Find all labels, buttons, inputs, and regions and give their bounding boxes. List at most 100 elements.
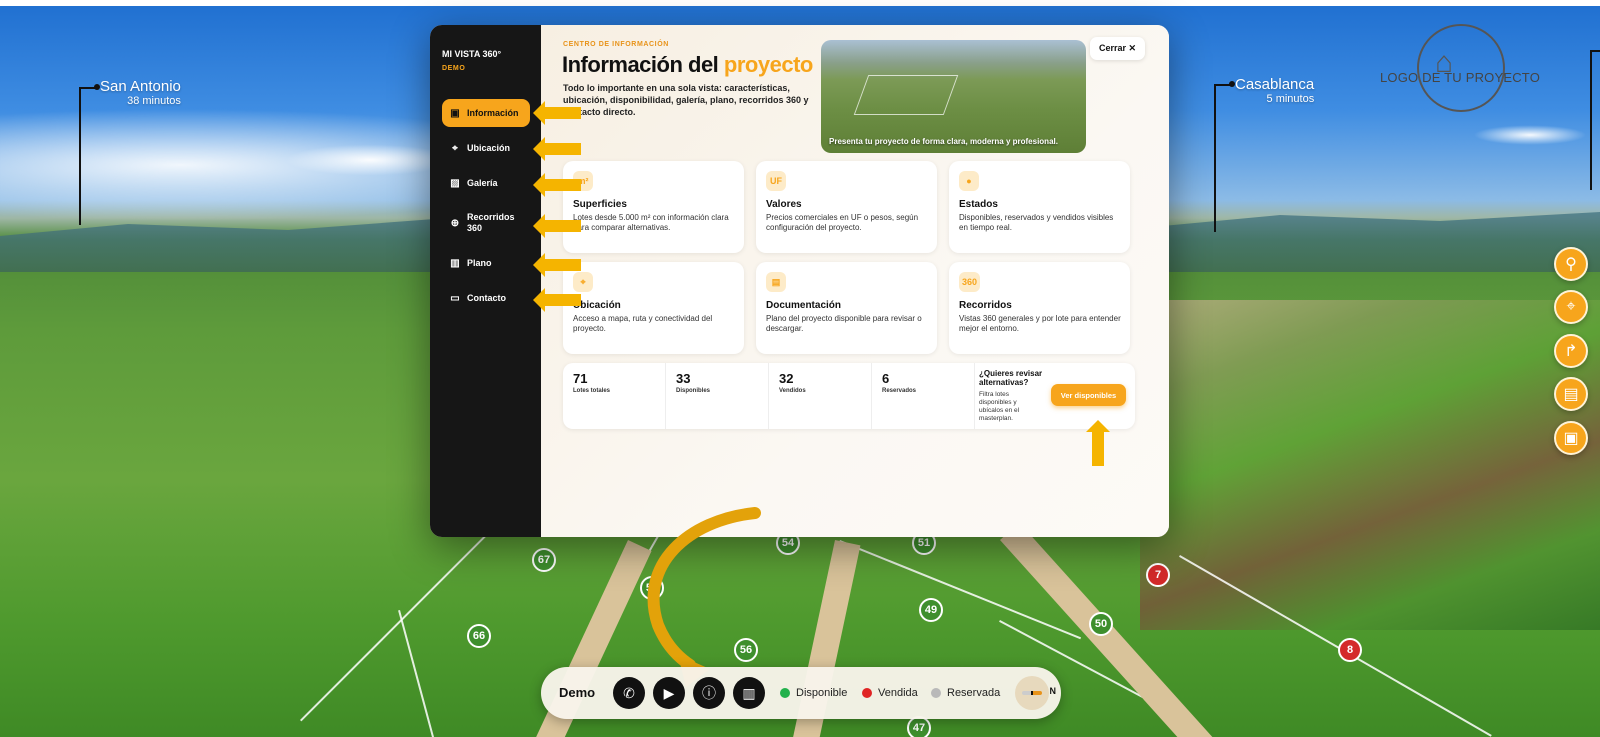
call-button[interactable]: ✆ — [613, 677, 645, 709]
annotation-arrow-up — [1086, 420, 1110, 466]
image-icon: ▣ — [1563, 430, 1579, 447]
compass-north-label: N — [1049, 686, 1057, 696]
title-highlight: proyecto — [723, 52, 813, 77]
bottom-control-bar: Demo ✆ ▶ ⓘ ▥ Disponible Vendida Reservad… — [541, 667, 1061, 719]
info-button[interactable]: ⓘ — [693, 677, 725, 709]
lot-number: 66 — [472, 630, 486, 642]
card-description: Disponibles, reservados y vendidos visib… — [959, 213, 1114, 232]
lot-marker[interactable]: 66 — [467, 624, 491, 648]
card-description: Precios comerciales en UF o pesos, según… — [766, 213, 919, 232]
nav-label: Contacto — [467, 293, 506, 303]
nav-ubicacion[interactable]: ⌖ Ubicación — [442, 134, 530, 162]
gallery-button[interactable]: ▣ — [1554, 421, 1588, 455]
card-badge: ▤ — [766, 272, 786, 292]
modal-sidebar: MI VISTA 360° DEMO ▣ Información ⌖ Ubica… — [430, 25, 541, 537]
close-button[interactable]: Cerrar ✕ — [1090, 37, 1145, 60]
intro-text: Todo lo importante en una sola vista: ca… — [563, 83, 809, 117]
card-description: Acceso a mapa, ruta y conectividad del p… — [573, 314, 713, 333]
brand-subtitle: DEMO — [442, 65, 466, 72]
cta-question: ¿Quieres revisar alternativas? — [979, 369, 1043, 387]
nav-plano[interactable]: ▥ Plano — [442, 249, 530, 277]
search-button[interactable]: ⚲ — [1554, 247, 1588, 281]
lot-marker[interactable]: 47 — [907, 716, 931, 737]
legend-label: Reservada — [947, 687, 1001, 699]
legend-dot — [780, 688, 790, 698]
lot-number: 8 — [1346, 644, 1354, 656]
map-icon: ▥ — [450, 257, 460, 269]
stat-value: 71 — [573, 371, 588, 386]
stat-total: 71 Lotes totales — [563, 363, 666, 429]
destination-pole — [1590, 50, 1592, 190]
lot-number: 51 — [917, 537, 931, 549]
legend-dot — [862, 688, 872, 698]
annotation-arrow — [533, 214, 581, 238]
nav-recorridos-360[interactable]: ⊕ Recorridos 360 — [442, 209, 530, 237]
destination-name: San Antonio — [100, 78, 181, 95]
annotation-arrow — [533, 173, 581, 197]
feature-card: ▤ Documentación Plano del proyecto dispo… — [756, 262, 937, 354]
route-icon: ↱ — [1564, 343, 1578, 360]
card-title: Estados — [959, 199, 998, 210]
lot-number: 54 — [781, 537, 795, 549]
legend-disponible: Disponible — [780, 687, 847, 699]
nav-label: Plano — [467, 258, 492, 268]
route-button[interactable]: ↱ — [1554, 334, 1588, 368]
card-title: Superficies — [573, 199, 627, 210]
card-description: Lotes desde 5.000 m² con información cla… — [573, 213, 729, 232]
section-eyebrow: CENTRO DE INFORMACIÓN — [563, 41, 669, 48]
lot-marker[interactable]: 50 — [1089, 612, 1113, 636]
destination-pole — [1590, 50, 1600, 52]
lot-marker[interactable]: 8 — [1338, 638, 1362, 662]
project-name: Demo — [559, 685, 596, 700]
annotation-arrow — [533, 101, 581, 125]
legend-label: Disponible — [796, 687, 848, 699]
view-available-button[interactable]: Ver disponibles — [1051, 384, 1126, 406]
map-button[interactable]: ▥ — [733, 677, 765, 709]
nav-galeria[interactable]: ▨ Galería — [442, 169, 530, 197]
nav-contacto[interactable]: ▭ Contacto — [442, 284, 530, 312]
document-button[interactable]: ▤ — [1554, 377, 1588, 411]
info-icon: ▣ — [450, 107, 460, 119]
phone-icon: ✆ — [623, 684, 635, 701]
destination-name: Casablanca — [1235, 76, 1315, 93]
stat-value: 32 — [779, 371, 794, 386]
legend-label: Vendida — [878, 687, 918, 699]
compass-widget[interactable]: N — [1015, 676, 1056, 710]
nav-informacion[interactable]: ▣ Información — [442, 99, 530, 127]
annotation-arrow — [533, 288, 581, 312]
card-description: Vistas 360 generales y por lote para ent… — [959, 314, 1121, 333]
chat-icon: ▭ — [450, 292, 460, 304]
lot-marker[interactable]: 49 — [919, 598, 943, 622]
stat-value: 33 — [676, 371, 691, 386]
stat-sold: 32 Vendidos — [769, 363, 872, 429]
feature-card: 360 Recorridos Vistas 360 generales y po… — [949, 262, 1130, 354]
lot-number: 47 — [912, 722, 926, 734]
map-icon: ▥ — [742, 684, 756, 701]
feature-card: m² Superficies Lotes desde 5.000 m² con … — [563, 161, 744, 253]
destination-pole — [79, 87, 81, 225]
lot-number: 7 — [1154, 569, 1162, 581]
play-button[interactable]: ▶ — [653, 677, 685, 709]
lot-boundary — [398, 610, 437, 737]
card-title: Recorridos — [959, 300, 1012, 311]
card-title: Documentación — [766, 300, 842, 311]
stat-label: Vendidos — [779, 388, 806, 394]
info-icon: ⓘ — [702, 685, 716, 701]
lot-marker[interactable]: 7 — [1146, 563, 1170, 587]
lot-marker[interactable]: 67 — [532, 548, 556, 572]
stat-available: 33 Disponibles — [666, 363, 769, 429]
destination-time: 5 minutos — [1266, 93, 1315, 105]
lot-boundary — [300, 522, 500, 722]
stat-value: 6 — [882, 371, 890, 386]
nav-label: Ubicación — [467, 143, 511, 153]
title-main: Información del — [562, 52, 724, 77]
farmland-area — [1140, 300, 1600, 630]
brand-name: MI VISTA 360° — [442, 49, 502, 59]
search-icon: ⚲ — [1565, 256, 1577, 273]
location-button[interactable]: ⌖ — [1554, 290, 1588, 324]
destination-casablanca: Casablanca 5 minutos — [1235, 76, 1314, 105]
document-icon: ▤ — [1563, 386, 1579, 403]
feature-card: ● Estados Disponibles, reservados y vend… — [949, 161, 1130, 253]
globe-icon: ⊕ — [450, 217, 460, 229]
lot-number: 67 — [537, 554, 551, 566]
